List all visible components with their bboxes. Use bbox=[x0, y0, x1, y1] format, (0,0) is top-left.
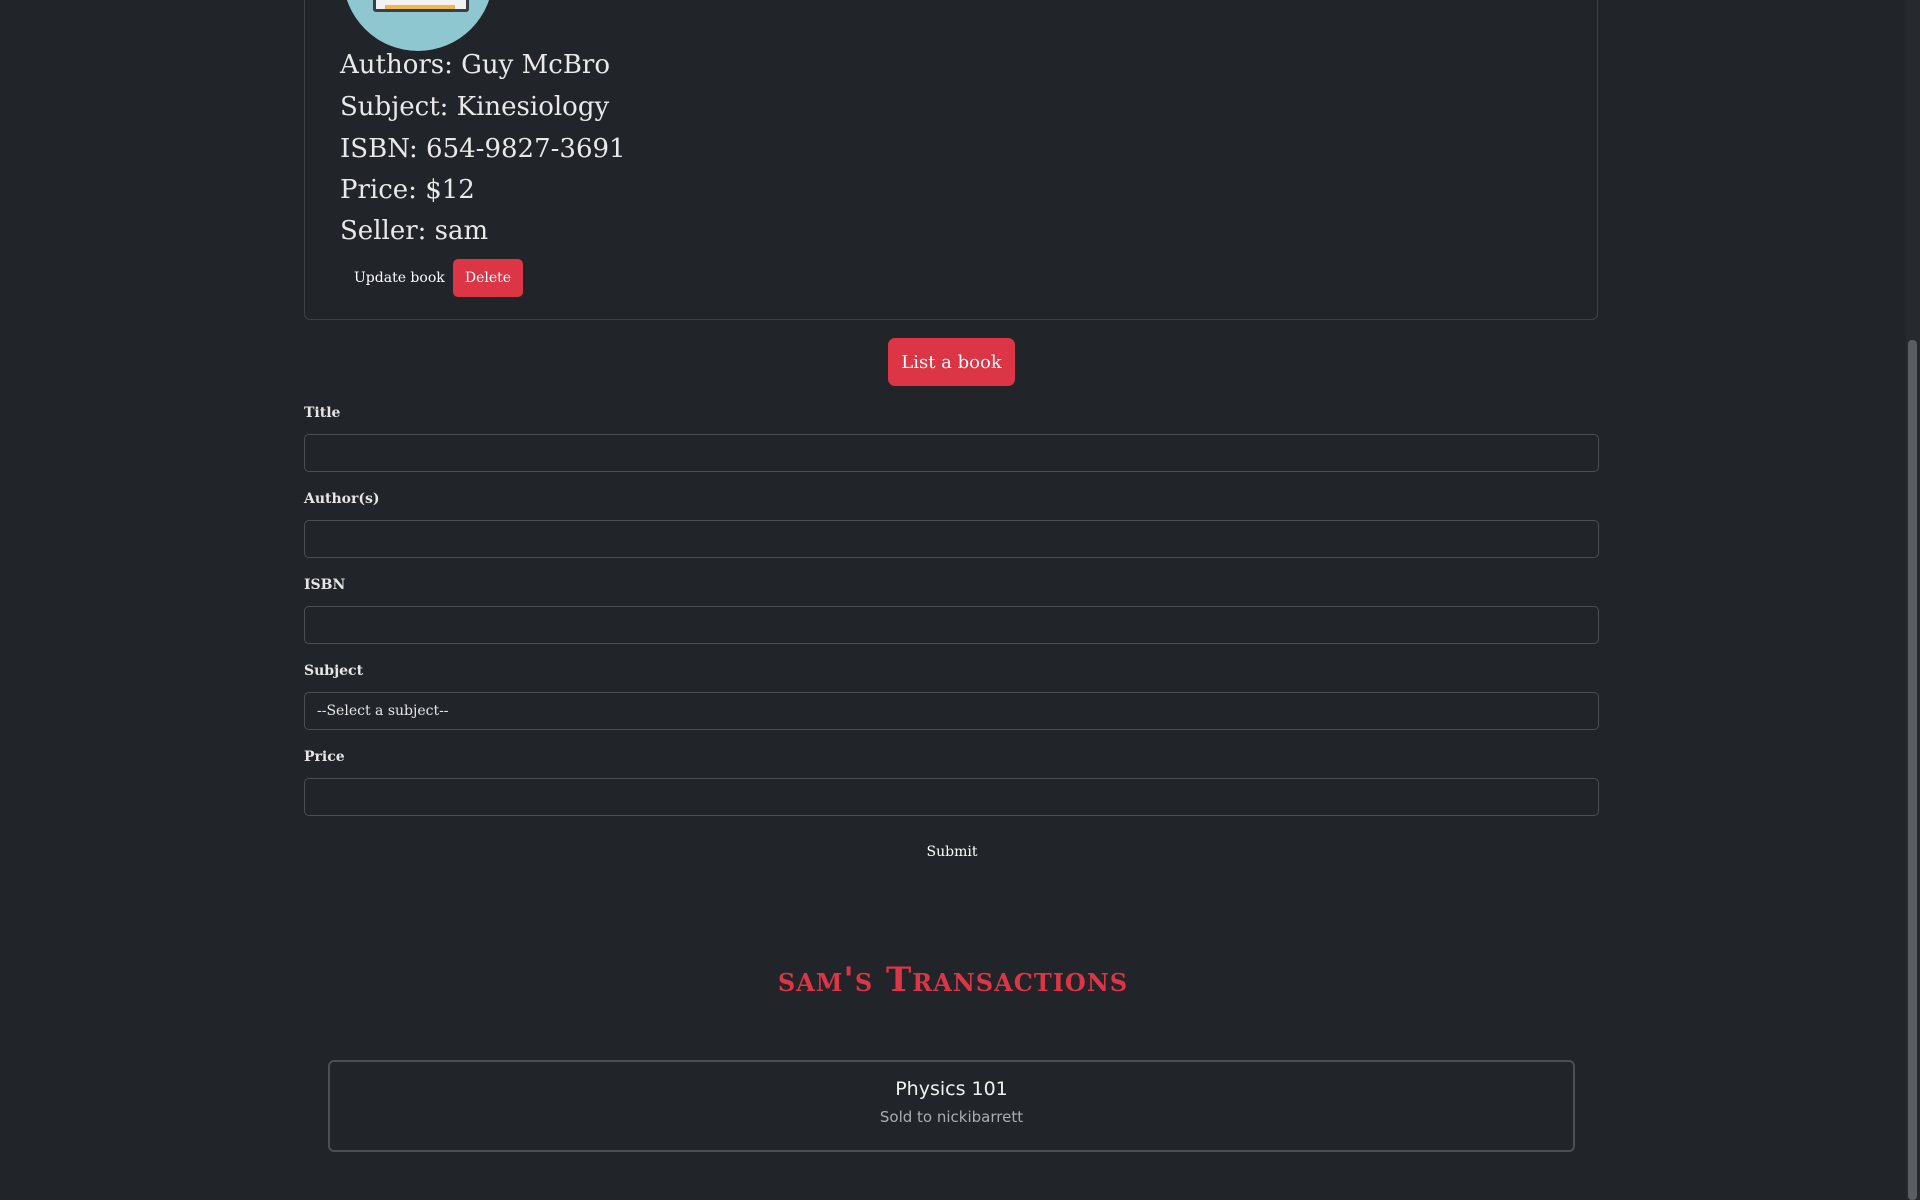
book-spine-shape bbox=[385, 5, 455, 9]
title-label: Title bbox=[304, 405, 341, 421]
scrollbar-thumb[interactable] bbox=[1908, 340, 1917, 1200]
authors-label: Author(s) bbox=[304, 491, 380, 507]
list-a-book-button[interactable]: List a book bbox=[888, 338, 1015, 386]
subject-selected-value: --Select a subject-- bbox=[317, 703, 449, 719]
price-label: Price bbox=[304, 749, 345, 765]
page-scrollbar[interactable] bbox=[1906, 0, 1920, 1200]
book-seller: Seller: sam bbox=[340, 216, 489, 246]
delete-book-button[interactable]: Delete bbox=[453, 259, 523, 297]
book-price: Price: $12 bbox=[340, 175, 475, 205]
subject-label: Subject bbox=[304, 663, 364, 679]
transaction-title: Physics 101 bbox=[895, 1078, 1008, 1100]
transactions-heading: sam's Transactions bbox=[777, 960, 1129, 1000]
subject-select[interactable]: --Select a subject-- bbox=[304, 692, 1599, 730]
title-input[interactable] bbox=[304, 434, 1599, 472]
authors-input[interactable] bbox=[304, 520, 1599, 558]
book-subject: Subject: Kinesiology bbox=[340, 92, 610, 122]
transaction-card: Physics 101 Sold to nickibarrett bbox=[328, 1060, 1575, 1152]
isbn-label: ISBN bbox=[304, 577, 346, 593]
book-authors: Authors: Guy McBro bbox=[340, 50, 611, 80]
book-isbn: ISBN: 654-9827-3691 bbox=[340, 134, 626, 164]
transaction-status: Sold to nickibarrett bbox=[879, 1108, 1024, 1126]
submit-button[interactable]: Submit bbox=[910, 836, 994, 868]
isbn-input[interactable] bbox=[304, 606, 1599, 644]
book-cover-icon bbox=[343, 0, 493, 51]
update-book-button[interactable]: Update book bbox=[342, 260, 457, 296]
price-input[interactable] bbox=[304, 778, 1599, 816]
